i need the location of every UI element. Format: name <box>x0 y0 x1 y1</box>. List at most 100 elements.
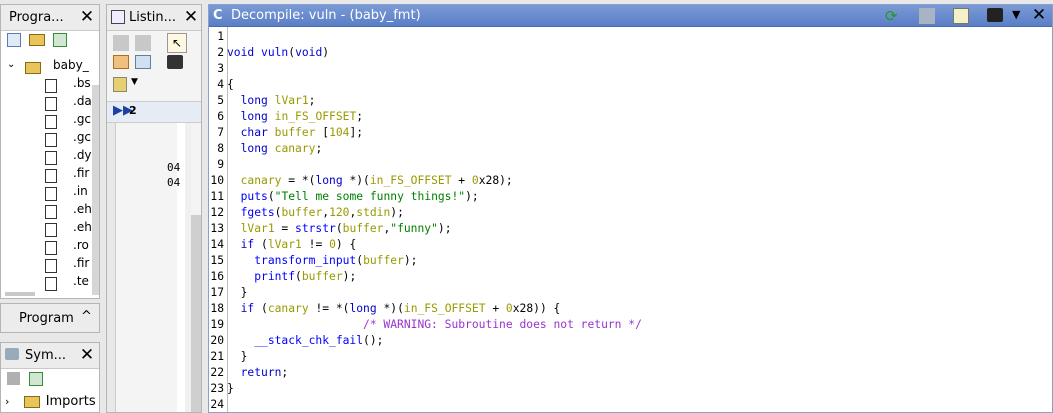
code-text[interactable]: void vuln(void) <box>227 45 329 61</box>
tab-program[interactable]: Program ^ <box>0 303 100 333</box>
code-line[interactable]: 11 puts("Tell me some funny things!"); <box>209 189 1052 205</box>
close-icon[interactable]: ✕ <box>1031 6 1047 24</box>
line-number: 16 <box>210 270 224 283</box>
code-line[interactable]: 17 } <box>209 285 1052 301</box>
tree-item[interactable]: .fir <box>1 254 93 273</box>
code-text[interactable]: puts("Tell me some funny things!"); <box>227 189 479 205</box>
copy-icon[interactable] <box>919 8 935 24</box>
tree-item[interactable]: .gc <box>1 128 93 147</box>
code-text[interactable]: } <box>227 285 248 301</box>
code-text[interactable]: char buffer [104]; <box>227 125 363 141</box>
edit-signature-icon[interactable] <box>953 8 969 24</box>
field-layout-icon[interactable] <box>113 55 129 69</box>
code-line[interactable]: 3 <box>209 61 1052 77</box>
listing-title: Listin... <box>129 10 176 25</box>
code-text[interactable]: { <box>227 77 234 93</box>
go-to-icon[interactable] <box>29 372 43 386</box>
tree-item[interactable]: .ro <box>1 236 93 255</box>
cursor-tracking-icon[interactable]: ↖ <box>167 33 187 53</box>
line-number: 22 <box>210 366 224 379</box>
tab-program-label: Program <box>19 311 74 326</box>
code-line[interactable]: 24 <box>209 397 1052 412</box>
tree-item[interactable]: .gc <box>1 110 93 129</box>
tree-item[interactable]: .eh <box>1 200 93 219</box>
decompile-header: C Decompile: vuln - (baby_fmt) ⟳ ▼ ✕ <box>209 5 1052 27</box>
tree-item[interactable]: .bs <box>1 74 93 93</box>
code-line[interactable]: 8 long canary; <box>209 141 1052 157</box>
code-line[interactable]: 16 printf(buffer); <box>209 269 1052 285</box>
code-line[interactable]: 21 } <box>209 349 1052 365</box>
code-text[interactable]: lVar1 = strstr(buffer,"funny"); <box>227 221 452 237</box>
line-number: 6 <box>217 110 224 123</box>
listing-scrollbar[interactable] <box>191 215 201 412</box>
code-text[interactable]: if (lVar1 != 0) { <box>227 237 357 253</box>
diff-view-icon[interactable] <box>135 55 151 69</box>
go-to-icon[interactable] <box>53 33 67 47</box>
code-text[interactable]: return; <box>227 365 289 381</box>
close-icon[interactable]: ✕ <box>183 8 199 26</box>
tree-item[interactable]: .eh <box>1 218 93 237</box>
code-text[interactable]: if (canary != *(long *)(in_FS_OFFSET + 0… <box>227 301 561 317</box>
tree-item[interactable]: .da <box>1 92 93 111</box>
close-icon[interactable]: ✕ <box>79 346 95 364</box>
code-text[interactable]: canary = *(long *)(in_FS_OFFSET + 0x28); <box>227 173 513 189</box>
code-line[interactable]: 10 canary = *(long *)(in_FS_OFFSET + 0x2… <box>209 173 1052 189</box>
code-line[interactable]: 13 lVar1 = strstr(buffer,"funny"); <box>209 221 1052 237</box>
tree-item[interactable]: .fir <box>1 164 93 183</box>
code-text[interactable]: long lVar1; <box>227 93 316 109</box>
tree-item-imports[interactable]: › Imports <box>5 394 96 409</box>
code-text[interactable]: } <box>227 381 234 397</box>
tree-item[interactable]: .in <box>1 182 93 201</box>
code-line[interactable]: 15 transform_input(buffer); <box>209 253 1052 269</box>
tree-item[interactable]: .dy <box>1 146 93 165</box>
paste-icon[interactable] <box>135 35 151 51</box>
symbol-tree-icon <box>5 348 19 360</box>
code-line[interactable]: 5 long lVar1; <box>209 93 1052 109</box>
open-folder-icon[interactable] <box>29 32 45 48</box>
code-line[interactable]: 18 if (canary != *(long *)(in_FS_OFFSET … <box>209 301 1052 317</box>
code-line[interactable]: 6 long in_FS_OFFSET; <box>209 109 1052 125</box>
chevron-up-icon[interactable]: ^ <box>81 309 92 324</box>
horizontal-scrollbar[interactable] <box>5 292 35 296</box>
new-program-icon[interactable] <box>7 33 21 47</box>
code-text[interactable]: printf(buffer); <box>227 269 356 285</box>
line-number: 2 <box>217 46 224 59</box>
code-line[interactable]: 12 fgets(buffer,120,stdin); <box>209 205 1052 221</box>
program-trees-panel: Progra... ✕ ⌄ baby_ .bs .da .gc .gc .dy .fir.… <box>0 4 100 299</box>
code-text[interactable]: } <box>227 349 248 365</box>
copy-icon[interactable] <box>113 35 129 51</box>
tree-item[interactable]: .te <box>1 272 93 291</box>
code-text[interactable]: long in_FS_OFFSET; <box>227 109 363 125</box>
tree-item-label: .eh <box>73 220 92 234</box>
create-namespace-icon[interactable] <box>7 372 20 385</box>
close-icon[interactable]: ✕ <box>79 8 95 26</box>
code-line[interactable]: 23} <box>209 381 1052 397</box>
code-text[interactable]: fgets(buffer,120,stdin); <box>227 205 404 221</box>
tree-root-row[interactable]: ⌄ baby_ <box>1 56 93 74</box>
code-line[interactable]: 1 <box>209 29 1052 45</box>
chevron-down-icon[interactable]: ⌄ <box>7 56 15 74</box>
code-text[interactable]: __stack_chk_fail(); <box>227 333 383 349</box>
code-text[interactable]: /* WARNING: Subroutine does not return *… <box>227 317 642 333</box>
snapshot-icon[interactable] <box>167 55 183 69</box>
listing-header: Listin... ✕ <box>107 5 201 31</box>
code-line[interactable]: 9 <box>209 157 1052 173</box>
code-line[interactable]: 19 /* WARNING: Subroutine does not retur… <box>209 317 1052 333</box>
code-line[interactable]: 22 return; <box>209 365 1052 381</box>
vertical-scrollbar[interactable] <box>92 85 99 295</box>
code-line[interactable]: 20 __stack_chk_fail(); <box>209 333 1052 349</box>
listing-options-icon[interactable] <box>113 77 127 92</box>
code-text[interactable]: transform_input(buffer); <box>227 253 417 269</box>
chevron-right-icon[interactable]: › <box>5 395 9 408</box>
listing-toolbar: ↖ ▼ <box>111 33 199 97</box>
dropdown-arrow-icon[interactable]: ▼ <box>131 77 138 87</box>
code-text[interactable]: long canary; <box>227 141 323 157</box>
refresh-icon[interactable]: ⟳ <box>885 8 901 24</box>
line-number: 18 <box>210 302 224 315</box>
code-line[interactable]: 4{ <box>209 77 1052 93</box>
code-line[interactable]: 7 char buffer [104]; <box>209 125 1052 141</box>
code-line[interactable]: 14 if (lVar1 != 0) { <box>209 237 1052 253</box>
menu-dropdown-icon[interactable]: ▼ <box>1012 8 1020 21</box>
code-line[interactable]: 2 void vuln(void) <box>209 45 1052 61</box>
snapshot-icon[interactable] <box>987 8 1003 22</box>
